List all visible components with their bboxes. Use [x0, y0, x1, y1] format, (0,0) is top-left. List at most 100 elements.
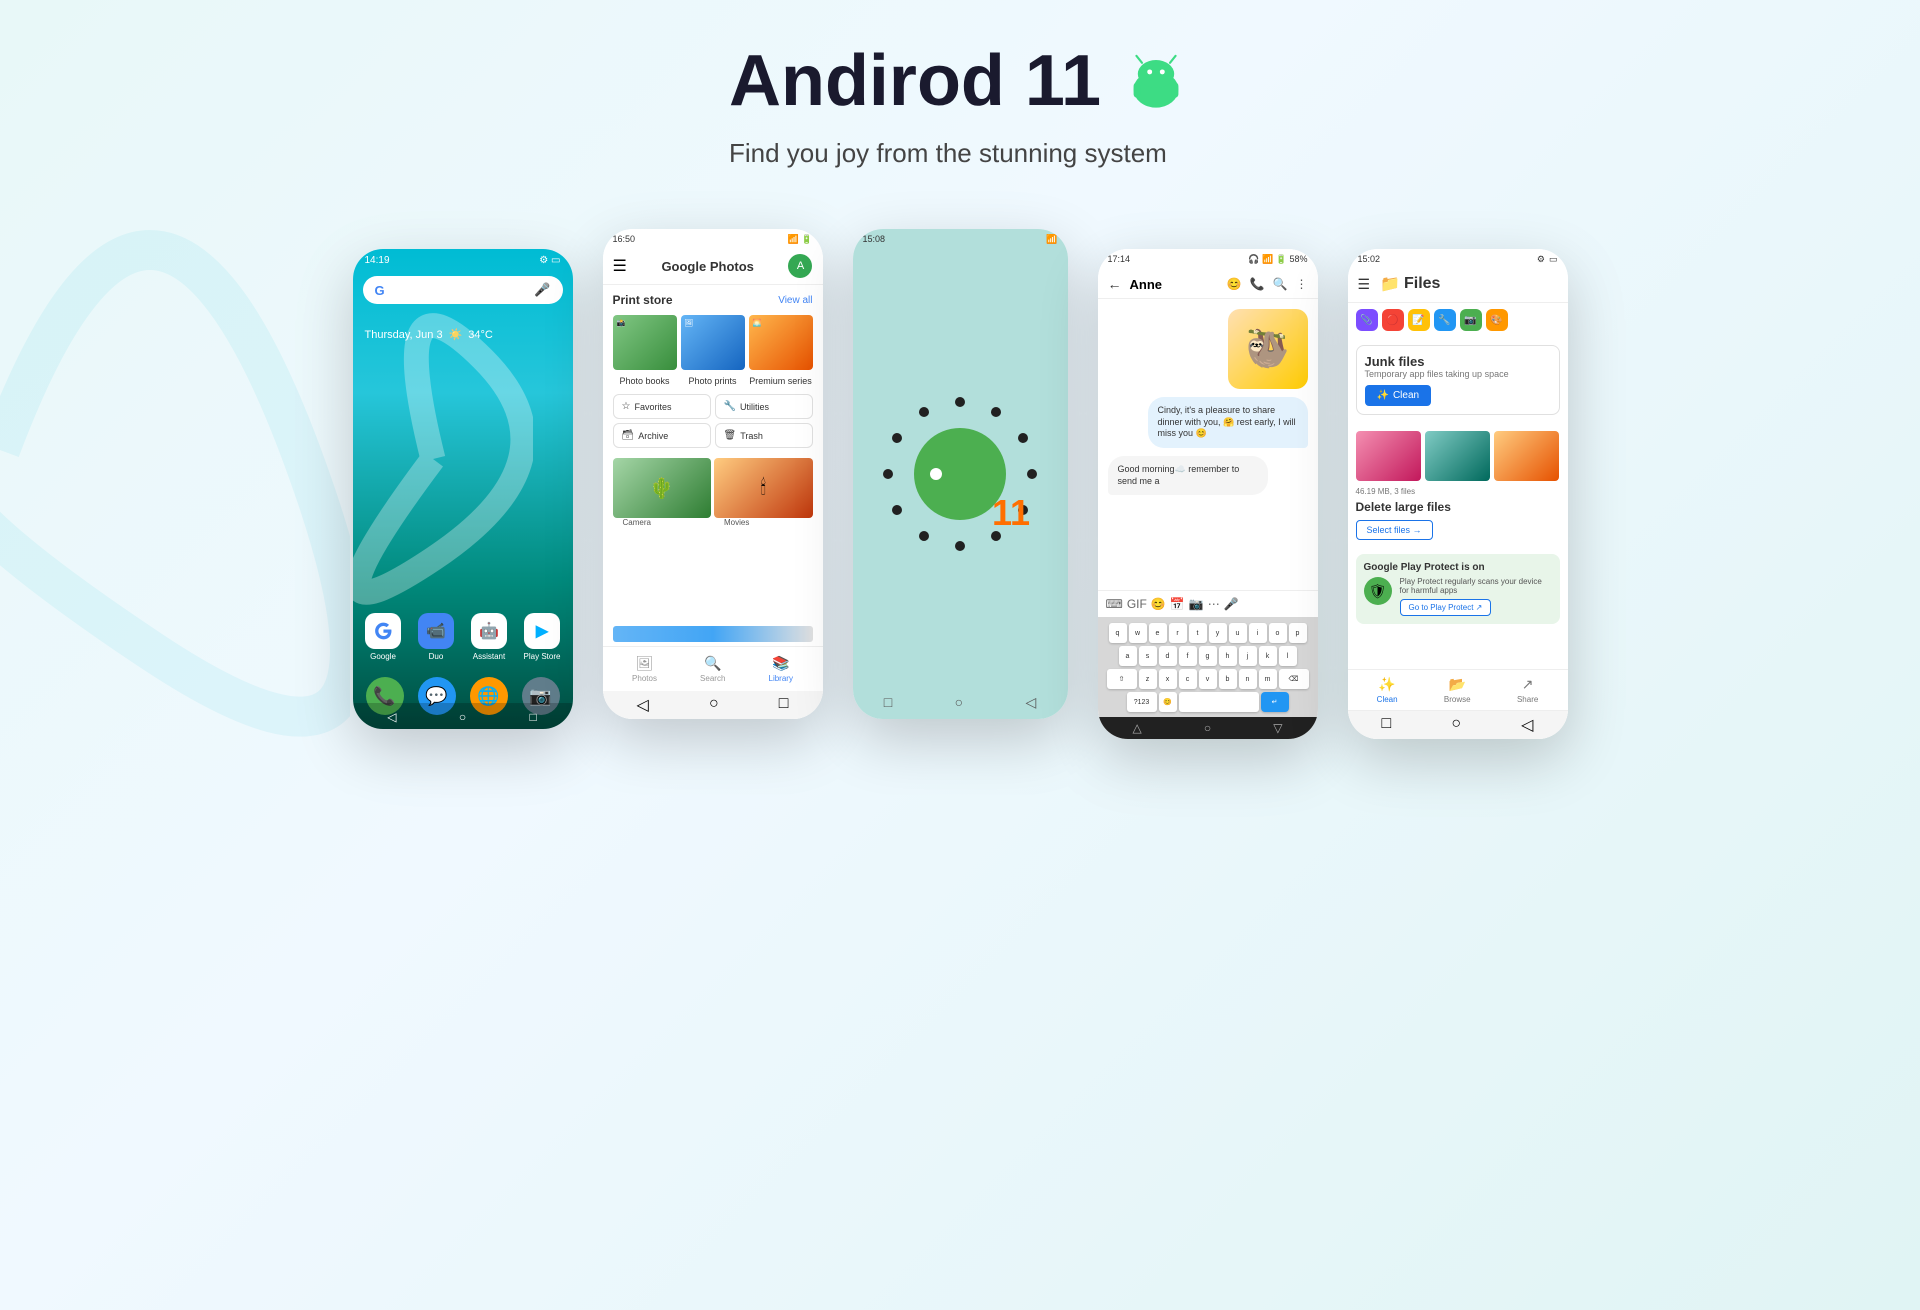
sys-recents[interactable]: □ [779, 695, 789, 715]
emoji-btn-icon[interactable]: 😊 [1151, 597, 1166, 611]
phone3-system-nav: □ ○ ◁ [853, 694, 1068, 711]
key-emoji[interactable]: 😊 [1159, 692, 1177, 712]
key-f[interactable]: f [1179, 646, 1197, 666]
key-m[interactable]: m [1259, 669, 1277, 689]
key-p[interactable]: p [1289, 623, 1307, 643]
storage-progress [613, 626, 813, 642]
keyboard-icon[interactable]: ⌨ [1106, 597, 1123, 611]
key-e[interactable]: e [1149, 623, 1167, 643]
key-b[interactable]: b [1219, 669, 1237, 689]
nav-share[interactable]: ↗ Share [1517, 676, 1538, 704]
phone3-status-bar: 15:08 📶 [853, 229, 1068, 250]
app-playstore[interactable]: ▶ Play Store [520, 613, 565, 661]
key-d[interactable]: d [1159, 646, 1177, 666]
key-x[interactable]: x [1159, 669, 1177, 689]
key-c[interactable]: c [1179, 669, 1197, 689]
phone3-home[interactable]: ○ [955, 694, 963, 711]
key-backspace[interactable]: ⌫ [1279, 669, 1309, 689]
archive-button[interactable]: 🗃 Archive [613, 423, 711, 448]
app-icon-yellow: 📝 [1408, 309, 1430, 331]
clean-nav-icon: ✨ [1378, 676, 1395, 693]
nav-back[interactable]: ◁ [382, 707, 402, 727]
key-q[interactable]: q [1109, 623, 1127, 643]
key-u[interactable]: u [1229, 623, 1247, 643]
keyboard: q w e r t y u i o p a s d f g h [1098, 617, 1318, 717]
app-assistant-label: Assistant [473, 652, 505, 661]
phone5-sys-back[interactable]: ◁ [1521, 715, 1533, 735]
phone2-menu-icon[interactable]: ☰ [613, 256, 627, 276]
favorites-button[interactable]: ☆ Favorites [613, 394, 711, 419]
mic-voice-icon[interactable]: 🎤 [1224, 597, 1239, 611]
key-i[interactable]: i [1249, 623, 1267, 643]
key-s[interactable]: s [1139, 646, 1157, 666]
user-avatar[interactable]: A [788, 254, 812, 278]
shield-icon: 🛡 [1364, 577, 1392, 605]
key-h[interactable]: h [1219, 646, 1237, 666]
call-icon[interactable]: 📞 [1250, 277, 1265, 291]
key-k[interactable]: k [1259, 646, 1277, 666]
app-google[interactable]: Google [361, 613, 406, 661]
app-duo[interactable]: 📹 Duo [414, 613, 459, 661]
nav-photos[interactable]: 🖼 Photos [632, 655, 657, 683]
android11-logo-container: 11 [880, 394, 1040, 554]
camera-type-icon[interactable]: 📷 [1189, 597, 1204, 611]
emoji-icon[interactable]: 😊 [1227, 277, 1242, 291]
key-v[interactable]: v [1199, 669, 1217, 689]
keyboard-row-2: a s d f g h j k l [1102, 646, 1314, 666]
key-g[interactable]: g [1199, 646, 1217, 666]
key-numbers[interactable]: ?123 [1127, 692, 1157, 712]
phone1-search-bar[interactable]: G 🎤 [363, 276, 563, 304]
view-all-link[interactable]: View all [778, 295, 812, 306]
app-assistant[interactable]: 🤖 Assistant [467, 613, 512, 661]
key-j[interactable]: j [1239, 646, 1257, 666]
phone1-icons: ⚙ ▭ [539, 255, 560, 266]
nav-clean[interactable]: ✨ Clean [1377, 676, 1398, 704]
go-to-play-protect-button[interactable]: Go to Play Protect ↗ [1400, 599, 1492, 616]
archive-icon: 🗃 [622, 430, 635, 441]
store-title-text: Print store [613, 293, 673, 307]
key-space[interactable] [1179, 692, 1259, 712]
phone4-home[interactable]: △ [1133, 721, 1142, 735]
sys-back[interactable]: ◁ [637, 695, 649, 715]
key-l[interactable]: l [1279, 646, 1297, 666]
sys-home[interactable]: ○ [709, 695, 719, 715]
hamburger-menu-icon[interactable]: ☰ [1358, 276, 1371, 293]
files-app-header: ☰ 📁 Files [1348, 270, 1568, 303]
key-y[interactable]: y [1209, 623, 1227, 643]
select-files-button[interactable]: Select files → [1356, 520, 1433, 540]
back-arrow-icon[interactable]: ← [1108, 276, 1122, 292]
utilities-button[interactable]: 🔧 Utilities [715, 394, 813, 419]
clean-button[interactable]: ✨ Clean [1365, 385, 1432, 406]
nav-library[interactable]: 📚 Library [769, 655, 793, 683]
calendar-icon[interactable]: 📅 [1170, 597, 1185, 611]
phone3-back[interactable]: □ [884, 694, 892, 711]
key-enter[interactable]: ↵ [1261, 692, 1289, 712]
trash-button[interactable]: 🗑 Trash [715, 423, 813, 448]
key-o[interactable]: o [1269, 623, 1287, 643]
key-t[interactable]: t [1189, 623, 1207, 643]
nav-home[interactable]: ○ [452, 707, 472, 727]
gif-icon[interactable]: GIF [1127, 597, 1147, 611]
nav-browse[interactable]: 📂 Browse [1444, 676, 1471, 704]
search-icon[interactable]: 🔍 [1273, 277, 1288, 291]
nav-recents[interactable]: □ [523, 707, 543, 727]
phone5-sys-square[interactable]: □ [1382, 715, 1392, 735]
photo-gallery: 🌵 Camera 🕯 Movies [603, 454, 823, 622]
message-input-area: ⌨ GIF 😊 📅 📷 ⋯ 🎤 [1098, 590, 1318, 617]
more-options-icon[interactable]: ⋮ [1296, 277, 1308, 291]
phone2-system-nav: ◁ ○ □ [603, 691, 823, 719]
phone3-recents[interactable]: ◁ [1025, 694, 1036, 711]
key-n[interactable]: n [1239, 669, 1257, 689]
gallery-movies-label: Movies [714, 518, 813, 527]
key-r[interactable]: r [1169, 623, 1187, 643]
phone4-recents[interactable]: ○ [1204, 721, 1211, 735]
phone4-back[interactable]: ▽ [1273, 721, 1282, 735]
photos-nav-icon: 🖼 [636, 655, 654, 672]
key-shift[interactable]: ⇧ [1107, 669, 1137, 689]
more-attach-icon[interactable]: ⋯ [1208, 597, 1220, 611]
key-a[interactable]: a [1119, 646, 1137, 666]
phone5-sys-home[interactable]: ○ [1451, 715, 1461, 735]
key-w[interactable]: w [1129, 623, 1147, 643]
key-z[interactable]: z [1139, 669, 1157, 689]
nav-search[interactable]: 🔍 Search [700, 655, 725, 683]
